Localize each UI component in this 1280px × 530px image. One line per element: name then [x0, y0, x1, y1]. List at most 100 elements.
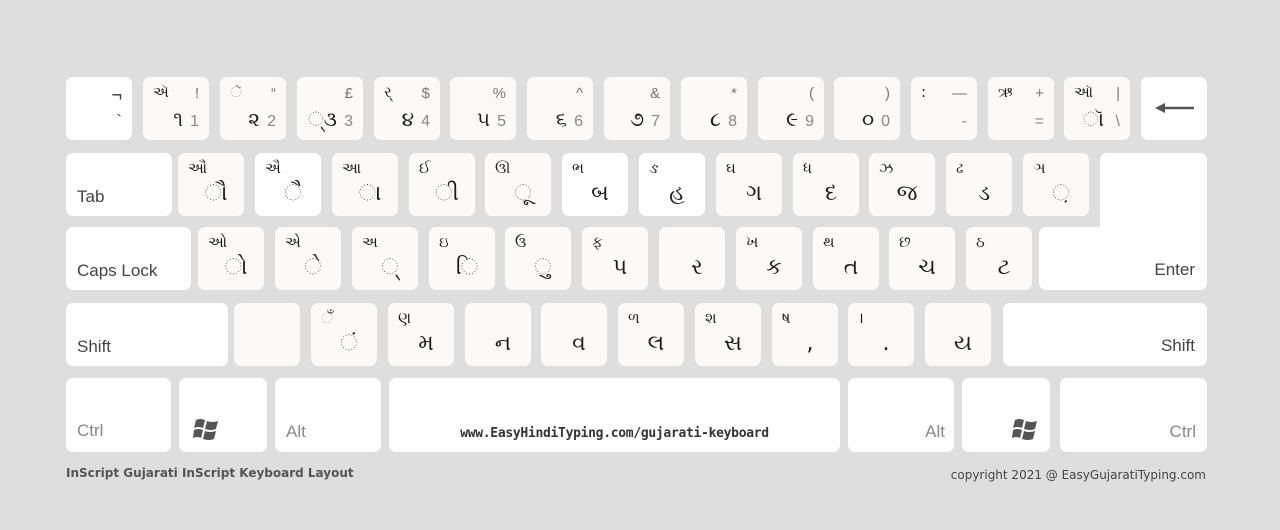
- letter-key[interactable]: ।.: [848, 303, 914, 366]
- letter-key[interactable]: છચ: [889, 227, 955, 290]
- base-gujarati-glyph: જ: [896, 181, 918, 206]
- letter-key[interactable]: શસ: [695, 303, 761, 366]
- letter-key[interactable]: આા: [332, 153, 398, 216]
- shift-gujarati-glyph: ઋ: [998, 83, 1013, 101]
- base-gujarati-glyph: ્: [381, 255, 399, 280]
- number-key[interactable]: ઑ |ૉ \: [1064, 77, 1130, 140]
- shift-symbol: $: [421, 85, 430, 102]
- tab-key[interactable]: Tab: [66, 153, 172, 216]
- shift-gujarati-glyph: ભ: [572, 159, 585, 177]
- shift-gujarati-glyph: ઘ: [726, 159, 736, 177]
- enter-label: Enter: [1154, 260, 1195, 279]
- base-gujarati-glyph: ૌ: [204, 181, 228, 206]
- letter-key[interactable]: ઉુ: [505, 227, 571, 290]
- caps-lock-label: Caps Lock: [77, 261, 158, 280]
- number-key[interactable]: : — -: [911, 77, 977, 140]
- letter-key[interactable]: થત: [813, 227, 879, 290]
- number-key[interactable]: ^ ૬ 6: [527, 77, 593, 140]
- letter-key[interactable]: [234, 303, 300, 366]
- letter-key[interactable]: ઁં: [311, 303, 377, 366]
- letter-key[interactable]: ઞ઼: [1023, 153, 1089, 216]
- base-gujarati-glyph: ૧: [173, 107, 183, 131]
- base-gujarati-glyph: ્૩: [307, 107, 337, 131]
- letter-key[interactable]: ફપ: [582, 227, 648, 290]
- right-alt-key[interactable]: Alt: [848, 378, 954, 452]
- letter-key[interactable]: ન: [465, 303, 531, 366]
- letter-key[interactable]: વ: [541, 303, 607, 366]
- letter-key[interactable]: ભબ: [562, 153, 628, 216]
- right-shift-key[interactable]: Shift: [1003, 303, 1207, 366]
- enter-key-top[interactable]: [1100, 153, 1207, 233]
- base-gujarati-glyph: સ: [724, 331, 742, 356]
- shift-gujarati-glyph: ઙ: [649, 159, 659, 177]
- base-symbol: 5: [497, 113, 506, 130]
- shift-gujarati-glyph: ઑ: [1074, 83, 1094, 101]
- right-ctrl-key[interactable]: Ctrl: [1060, 378, 1207, 452]
- letter-key[interactable]: ધદ: [793, 153, 859, 216]
- number-key[interactable]: £્૩ 3: [297, 77, 363, 140]
- space-bar[interactable]: www.EasyHindiTyping.com/gujarati-keyboar…: [389, 378, 840, 452]
- shift-gujarati-glyph: ધ: [803, 159, 813, 177]
- letter-key[interactable]: ઔૌ: [178, 153, 244, 216]
- letter-key[interactable]: ઢડ: [946, 153, 1012, 216]
- base-symbol: 6: [574, 113, 583, 130]
- number-key[interactable]: ઋ + =: [988, 77, 1054, 140]
- number-key[interactable]: * ૮ 8: [681, 77, 747, 140]
- right-windows-key[interactable]: [962, 378, 1050, 452]
- shift-gujarati-glyph: ઈ: [419, 159, 431, 177]
- letter-key[interactable]: ય: [925, 303, 991, 366]
- shift-gujarati-glyph: ઉ: [515, 233, 527, 251]
- base-gujarati-glyph: ક: [766, 255, 782, 280]
- number-key[interactable]: ) ૦ 0: [834, 77, 900, 140]
- letter-key[interactable]: ળલ: [618, 303, 684, 366]
- letter-key[interactable]: ઙહ: [639, 153, 705, 216]
- number-key[interactable]: ર્ $૪ 4: [374, 77, 440, 140]
- left-ctrl-key[interactable]: Ctrl: [66, 378, 171, 452]
- tab-label: Tab: [77, 187, 105, 206]
- letter-key[interactable]: ષ,: [772, 303, 838, 366]
- number-key[interactable]: & ૭ 7: [604, 77, 670, 140]
- shift-gujarati-glyph: ઝ: [879, 159, 894, 177]
- base-symbol: 4: [421, 113, 430, 130]
- letter-key[interactable]: ઓો: [198, 227, 264, 290]
- letter-key[interactable]: ઈી: [409, 153, 475, 216]
- enter-key[interactable]: Enter: [1039, 227, 1207, 290]
- letter-key[interactable]: અ્: [352, 227, 418, 290]
- letter-key[interactable]: ઐૈ: [255, 153, 321, 216]
- number-key[interactable]: (૯ 9: [758, 77, 824, 140]
- number-key[interactable]: ¬ `: [66, 77, 132, 140]
- shift-symbol: !: [194, 85, 199, 102]
- base-gujarati-glyph: ચ: [918, 255, 936, 280]
- base-gujarati-glyph: ૂ: [514, 181, 532, 206]
- number-key[interactable]: % ૫ 5: [450, 77, 516, 140]
- letter-key[interactable]: એે: [275, 227, 341, 290]
- base-gujarati-glyph: ા: [358, 181, 382, 206]
- base-gujarati-glyph: ૬: [555, 107, 567, 131]
- base-gujarati-glyph: ૪: [401, 107, 414, 131]
- number-key[interactable]: ઍ! ૧ 1: [143, 77, 209, 140]
- letter-key[interactable]: ર: [659, 227, 725, 290]
- shift-symbol: &: [649, 85, 660, 102]
- caps-lock-key[interactable]: Caps Lock: [66, 227, 191, 290]
- left-windows-key[interactable]: [179, 378, 267, 452]
- copyright-text: copyright 2021 @ EasyGujaratiTyping.com: [950, 468, 1206, 482]
- letter-key[interactable]: ઘગ: [716, 153, 782, 216]
- backspace-key[interactable]: [1141, 77, 1207, 140]
- letter-key[interactable]: ણમ: [388, 303, 454, 366]
- windows-logo-icon: [193, 419, 218, 440]
- base-gujarati-glyph: ૉ: [1083, 107, 1104, 131]
- letter-key[interactable]: ઇિ: [429, 227, 495, 290]
- letter-key[interactable]: ઊૂ: [485, 153, 551, 216]
- left-shift-key[interactable]: Shift: [66, 303, 228, 366]
- letter-key[interactable]: ખક: [736, 227, 802, 290]
- right-ctrl-label: Ctrl: [1169, 422, 1196, 441]
- shift-gujarati-glyph: ઢ: [956, 159, 964, 177]
- letter-key[interactable]: ઝજ: [869, 153, 935, 216]
- left-alt-key[interactable]: Alt: [275, 378, 381, 452]
- base-gujarati-glyph: ઼: [1052, 181, 1070, 206]
- shift-gujarati-glyph: અ: [362, 233, 378, 251]
- number-key[interactable]: ૅ “ ૨ 2: [220, 77, 286, 140]
- backspace-arrow-icon: [1155, 103, 1194, 113]
- base-gujarati-glyph: ૭: [630, 107, 644, 131]
- letter-key[interactable]: ઠટ: [966, 227, 1032, 290]
